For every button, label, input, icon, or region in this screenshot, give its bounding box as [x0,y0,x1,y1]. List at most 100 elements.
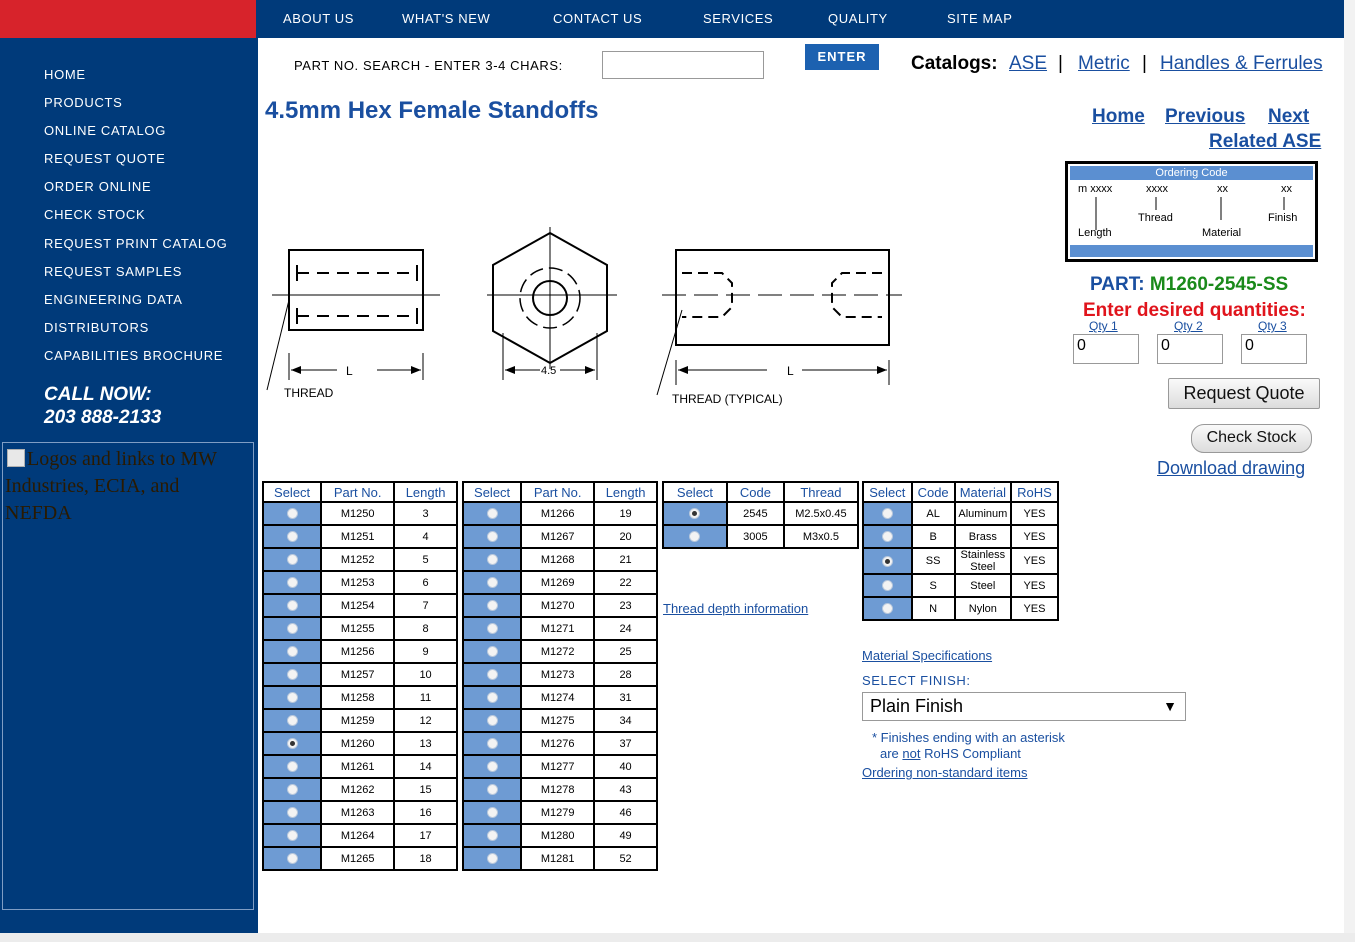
radio-icon[interactable] [486,830,498,842]
request-quote-button[interactable]: Request Quote [1168,378,1320,409]
select-cell[interactable] [264,779,321,800]
radio-icon[interactable] [286,554,298,566]
select-cell[interactable] [864,575,911,596]
radio-icon[interactable] [286,715,298,727]
radio-icon[interactable] [286,807,298,819]
select-cell[interactable] [264,526,321,547]
nav-quality[interactable]: QUALITY [828,11,888,26]
select-cell[interactable] [464,848,521,869]
select-cell[interactable] [464,549,521,570]
select-cell[interactable] [264,618,321,639]
radio-icon[interactable] [486,692,498,704]
select-cell[interactable] [464,802,521,823]
select-cell[interactable] [464,825,521,846]
sidebar-item-request-quote[interactable]: REQUEST QUOTE [44,151,166,166]
radio-icon[interactable] [881,531,893,543]
radio-icon[interactable] [486,600,498,612]
select-cell[interactable] [264,756,321,777]
select-cell[interactable] [264,848,321,869]
select-cell[interactable] [264,503,321,524]
radio-icon[interactable] [286,761,298,773]
radio-icon[interactable] [286,784,298,796]
select-cell[interactable] [264,549,321,570]
pager-previous-link[interactable]: Previous [1165,106,1245,128]
radio-selected-icon[interactable] [689,508,701,520]
select-cell[interactable] [464,733,521,754]
select-cell[interactable] [464,618,521,639]
select-cell[interactable] [864,526,911,547]
radio-icon[interactable] [286,669,298,681]
select-cell[interactable] [464,710,521,731]
radio-icon[interactable] [286,646,298,658]
select-cell[interactable] [664,503,726,524]
sidebar-item-check-stock[interactable]: CHECK STOCK [44,207,145,222]
sidebar-item-distributors[interactable]: DISTRIBUTORS [44,320,149,335]
part-search-input[interactable] [602,51,764,79]
material-specifications-link[interactable]: Material Specifications [862,648,992,663]
radio-icon[interactable] [881,580,893,592]
radio-icon[interactable] [286,531,298,543]
related-ase-link[interactable]: Related ASE [1209,131,1321,153]
nav-site-map[interactable]: SITE MAP [947,11,1012,26]
select-cell[interactable] [264,687,321,708]
radio-icon[interactable] [486,738,498,750]
radio-icon[interactable] [486,807,498,819]
download-drawing-link[interactable]: Download drawing [1157,458,1305,479]
select-cell[interactable] [264,595,321,616]
nav-contact-us[interactable]: CONTACT US [553,11,642,26]
radio-icon[interactable] [486,646,498,658]
radio-icon[interactable] [286,508,298,520]
radio-icon[interactable] [689,531,701,543]
radio-icon[interactable] [286,853,298,865]
sidebar-item-products[interactable]: PRODUCTS [44,95,123,110]
radio-icon[interactable] [486,761,498,773]
select-cell[interactable] [264,710,321,731]
radio-icon[interactable] [286,600,298,612]
radio-icon[interactable] [486,853,498,865]
nav-whats-new[interactable]: WHAT'S NEW [402,11,490,26]
select-cell[interactable] [864,598,911,619]
sidebar-item-engineering-data[interactable]: ENGINEERING DATA [44,292,183,307]
select-cell[interactable] [464,503,521,524]
select-cell[interactable] [464,526,521,547]
select-cell[interactable] [264,572,321,593]
select-cell[interactable] [464,572,521,593]
sidebar-item-capabilities-brochure[interactable]: CAPABILITIES BROCHURE [44,348,223,363]
thread-depth-link[interactable]: Thread depth information [663,601,808,616]
select-cell[interactable] [464,641,521,662]
select-cell[interactable] [464,664,521,685]
radio-icon[interactable] [881,603,893,615]
select-cell[interactable] [464,779,521,800]
partner-logos[interactable]: Logos and links to MW Industries, ECIA, … [2,442,254,910]
select-cell[interactable] [264,641,321,662]
radio-icon[interactable] [286,623,298,635]
catalog-link-ase[interactable]: ASE [1009,53,1047,75]
radio-icon[interactable] [486,784,498,796]
select-cell[interactable] [464,687,521,708]
radio-icon[interactable] [486,623,498,635]
radio-icon[interactable] [486,554,498,566]
select-cell[interactable] [664,526,726,547]
sidebar-item-home[interactable]: HOME [44,67,86,82]
radio-icon[interactable] [486,669,498,681]
select-cell[interactable] [264,802,321,823]
search-enter-button[interactable]: ENTER [805,44,879,70]
select-cell[interactable] [264,733,321,754]
sidebar-item-order-online[interactable]: ORDER ONLINE [44,179,151,194]
finish-select[interactable]: Plain Finish ▼ [862,692,1186,721]
radio-icon[interactable] [486,577,498,589]
nav-about-us[interactable]: ABOUT US [283,11,354,26]
qty1-input[interactable]: 0 [1073,334,1139,364]
select-cell[interactable] [864,503,911,524]
radio-icon[interactable] [881,508,893,520]
select-cell[interactable] [464,595,521,616]
radio-icon[interactable] [486,508,498,520]
catalog-link-handles-ferrules[interactable]: Handles & Ferrules [1160,53,1323,75]
radio-selected-icon[interactable] [286,738,298,750]
nav-services[interactable]: SERVICES [703,11,773,26]
qty3-input[interactable]: 0 [1241,334,1307,364]
qty2-input[interactable]: 0 [1157,334,1223,364]
select-cell[interactable] [264,825,321,846]
non-standard-items-link[interactable]: Ordering non-standard items [862,765,1027,780]
select-cell[interactable] [264,664,321,685]
